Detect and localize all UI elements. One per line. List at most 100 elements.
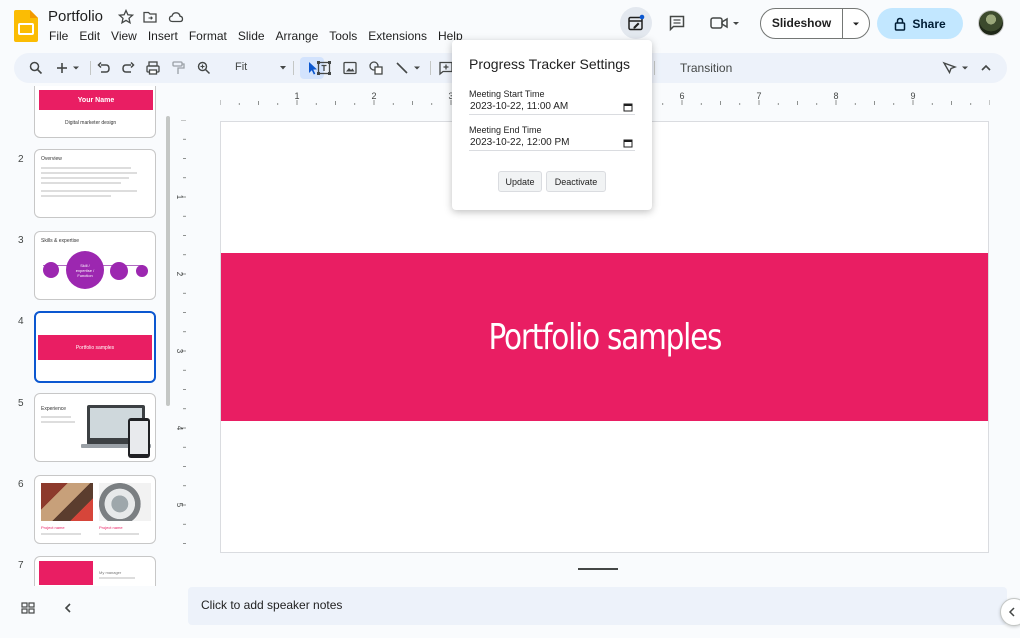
progress-tracker-extension-button[interactable]: [620, 7, 652, 39]
meeting-end-input[interactable]: [469, 135, 635, 151]
shape-icon[interactable]: [368, 60, 384, 76]
caret-down-icon: [853, 22, 859, 25]
slides-logo-icon[interactable]: [14, 10, 38, 42]
deactivate-button[interactable]: Deactivate: [546, 171, 606, 192]
slide-filmstrip: Your Name Digital marketer design 2 Over…: [0, 86, 175, 586]
ruler-label: 7: [756, 91, 761, 101]
star-icon[interactable]: [118, 9, 134, 25]
share-button[interactable]: Share: [877, 8, 963, 39]
slideshow-button[interactable]: Slideshow: [760, 8, 870, 39]
caret-down-icon: [280, 66, 286, 70]
chevron-left-icon: [1008, 607, 1015, 617]
user-avatar[interactable]: [978, 10, 1004, 36]
slide-number: 5: [18, 398, 24, 409]
ruler-label: 5: [175, 503, 184, 508]
meeting-start-label: Meeting Start Time: [469, 89, 545, 99]
grid-view-icon[interactable]: [20, 600, 36, 616]
pen-tool-icon[interactable]: [942, 60, 958, 76]
meeting-start-input[interactable]: [469, 99, 635, 115]
speaker-notes-area[interactable]: Click to add speaker notes: [188, 587, 1007, 625]
menu-extensions[interactable]: Extensions: [368, 29, 427, 43]
search-menus-icon[interactable]: [28, 60, 44, 76]
slideshow-label: Slideshow: [761, 9, 843, 38]
thumb-subtitle: Digital marketer design: [65, 120, 117, 126]
menu-arrange[interactable]: Arrange: [276, 29, 319, 43]
slide-thumbnail-1[interactable]: Your Name Digital marketer design: [34, 86, 156, 138]
slide-number: 7: [18, 560, 24, 571]
collapse-toolbar-icon[interactable]: [978, 60, 994, 76]
ruler-label: 9: [910, 91, 915, 101]
menu-file[interactable]: File: [49, 29, 68, 43]
vertical-ruler[interactable]: 1 2 3 4 5: [172, 120, 186, 554]
print-icon[interactable]: [145, 60, 161, 76]
slide-thumbnail-6[interactable]: Project name Project name: [34, 475, 156, 544]
popup-title: Progress Tracker Settings: [469, 56, 631, 72]
document-title[interactable]: Portfolio: [48, 8, 103, 25]
slide-number: 3: [18, 235, 24, 246]
menu-tools[interactable]: Tools: [329, 29, 357, 43]
redo-icon[interactable]: [120, 60, 136, 76]
ruler-label: 2: [175, 272, 184, 277]
chevron-left-icon[interactable]: [60, 600, 76, 616]
line-icon[interactable]: [394, 60, 410, 76]
slide-number: 4: [18, 316, 24, 327]
zoom-icon[interactable]: [196, 60, 212, 76]
thumb-caption: Project name: [41, 525, 65, 530]
pen-caret-icon[interactable]: [960, 60, 970, 76]
thumb-center-text: Skill / expertise / Function: [75, 262, 95, 278]
notes-resize-handle[interactable]: [578, 568, 618, 570]
video-camera-icon: [710, 17, 739, 29]
slide-thumbnail-7[interactable]: My manager: [34, 556, 156, 586]
undo-icon[interactable]: [96, 60, 112, 76]
meeting-end-label: Meeting End Time: [469, 125, 542, 135]
filmstrip-scrollbar[interactable]: [166, 116, 170, 406]
thumb-caption: Project name: [99, 525, 123, 530]
speaker-notes-placeholder: Click to add speaker notes: [201, 598, 343, 612]
comments-button[interactable]: [661, 7, 693, 39]
slideshow-options-dropdown[interactable]: [843, 19, 869, 29]
text-box-icon[interactable]: [316, 60, 332, 76]
new-slide-caret-icon[interactable]: [71, 60, 81, 76]
thumb-title: Experience: [41, 406, 67, 412]
slide-thumbnail-5[interactable]: Experience: [34, 393, 156, 462]
transition-button[interactable]: Transition: [680, 61, 732, 75]
menu-slide[interactable]: Slide: [238, 29, 265, 43]
slide-thumbnail-3[interactable]: Skills & expertise Skill / expertise / F…: [34, 231, 156, 300]
move-folder-icon[interactable]: [142, 9, 158, 25]
menu-insert[interactable]: Insert: [148, 29, 178, 43]
slide-number: 6: [18, 479, 24, 490]
calendar-icon[interactable]: [623, 102, 633, 112]
zoom-select[interactable]: Fit: [235, 61, 287, 73]
menu-edit[interactable]: Edit: [79, 29, 100, 43]
ruler-label: 4: [175, 426, 184, 431]
slide-title[interactable]: Portfolio samples: [488, 317, 722, 358]
ruler-label: 1: [175, 195, 184, 200]
share-label: Share: [912, 16, 946, 31]
calendar-icon[interactable]: [623, 138, 633, 148]
thumb-title: Your Name: [77, 96, 115, 104]
thumb-title: Portfolio samples: [75, 344, 115, 351]
ruler-label: 6: [679, 91, 684, 101]
slide-thumbnail-2[interactable]: Overview: [34, 149, 156, 218]
menu-view[interactable]: View: [111, 29, 137, 43]
zoom-value: Fit: [235, 61, 248, 73]
ruler-label: 1: [294, 91, 299, 101]
meet-button[interactable]: [703, 7, 747, 39]
menu-format[interactable]: Format: [189, 29, 227, 43]
insert-image-icon[interactable]: [342, 60, 358, 76]
lock-icon: [895, 17, 906, 31]
cloud-saved-icon[interactable]: [168, 9, 184, 25]
thumb-title: Skills & expertise: [41, 238, 80, 244]
ruler-label: 2: [371, 91, 376, 101]
ruler-label: 8: [833, 91, 838, 101]
thumb-title: Overview: [41, 156, 62, 162]
menu-bar: File Edit View Insert Format Slide Arran…: [49, 29, 474, 43]
new-slide-plus-icon[interactable]: [54, 60, 70, 76]
side-panel-toggle-button[interactable]: [1000, 598, 1020, 626]
line-caret-icon[interactable]: [412, 60, 422, 76]
paint-format-icon[interactable]: [170, 60, 186, 76]
slide-thumbnail-4[interactable]: Portfolio samples: [34, 311, 156, 383]
update-button[interactable]: Update: [498, 171, 542, 192]
progress-tracker-settings-popup: Progress Tracker Settings Meeting Start …: [452, 40, 652, 210]
title-banner[interactable]: Portfolio samples: [221, 253, 988, 421]
